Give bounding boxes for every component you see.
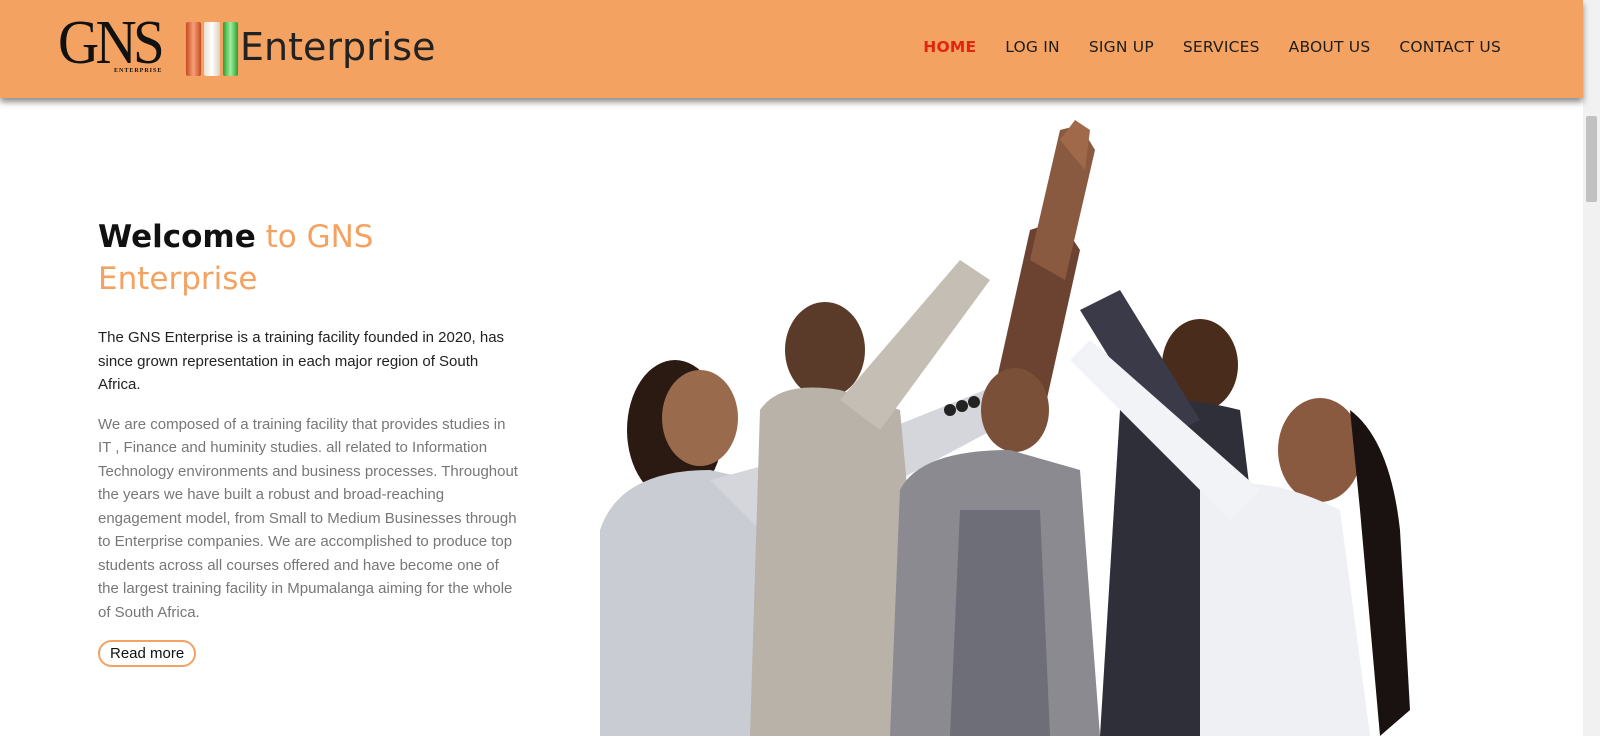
intro-lead-paragraph: The GNS Enterprise is a training facilit… xyxy=(98,329,505,393)
brand-name: Enterprise xyxy=(240,25,436,69)
scrollbar-thumb[interactable] xyxy=(1586,116,1597,202)
read-more-button[interactable]: Read more xyxy=(98,640,197,667)
brand-logo[interactable]: GNS ENTERPRISE Enterprise xyxy=(58,12,436,78)
intro-body-paragraph: We are composed of a training facility t… xyxy=(98,415,518,621)
nav-services[interactable]: SERVICES xyxy=(1183,38,1260,56)
nav-login[interactable]: LOG IN xyxy=(1005,38,1060,56)
logo-bars-icon xyxy=(186,22,238,76)
logo-letters: GNS xyxy=(58,9,165,77)
logo-subtext: ENTERPRISE xyxy=(114,68,163,74)
welcome-heading-strong: Welcome xyxy=(98,219,256,255)
welcome-heading: Welcome to GNS Enterprise xyxy=(98,216,518,300)
welcome-section: Welcome to GNS Enterprise The GNS Enterp… xyxy=(98,216,518,667)
page-scrollbar[interactable] xyxy=(1583,0,1600,736)
main-nav: HOME LOG IN SIGN UP SERVICES ABOUT US CO… xyxy=(923,38,1501,56)
nav-signup[interactable]: SIGN UP xyxy=(1089,38,1154,56)
nav-home[interactable]: HOME xyxy=(923,38,976,56)
nav-about-us[interactable]: ABOUT US xyxy=(1289,38,1371,56)
logo-mark: GNS ENTERPRISE xyxy=(58,12,240,78)
site-header: GNS ENTERPRISE Enterprise HOME LOG IN SI… xyxy=(0,0,1583,98)
nav-contact-us[interactable]: CONTACT US xyxy=(1399,38,1501,56)
team-high-five-photo xyxy=(600,120,1410,736)
